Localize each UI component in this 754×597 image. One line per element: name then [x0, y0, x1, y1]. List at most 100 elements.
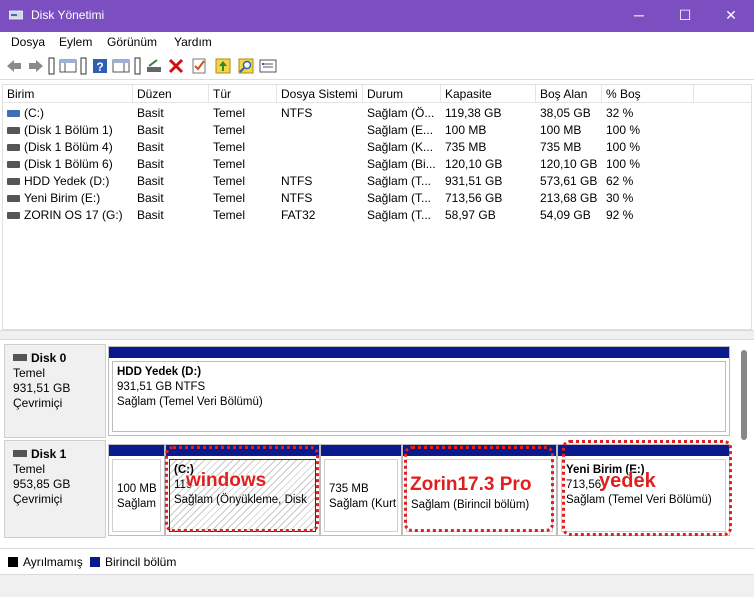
disk-1-label[interactable]: Disk 1 Temel 953,85 GB Çevrimiçi — [4, 440, 106, 538]
delete-icon[interactable] — [167, 57, 185, 75]
col-birim[interactable]: Birim — [3, 85, 133, 103]
title-bar: Disk Yönetimi ─ ☐ ✕ — [0, 0, 754, 32]
cell-birim: (Disk 1 Bölüm 6) — [24, 157, 113, 171]
cell-tur: Temel — [213, 123, 246, 137]
cell-duzen: Basit — [137, 157, 164, 171]
search-icon[interactable] — [237, 57, 255, 75]
cell-birim: (C:) — [24, 106, 44, 120]
partition-size: 931,51 GB NTFS — [117, 381, 206, 393]
connect-disk-icon[interactable] — [145, 57, 163, 75]
menu-yardim[interactable]: Yardım — [174, 35, 212, 49]
cell-bos-alan: 213,68 GB — [540, 191, 598, 205]
col-durum[interactable]: Durum — [363, 85, 441, 103]
maximize-button[interactable]: ☐ — [662, 0, 708, 32]
table-row[interactable]: ZORIN OS 17 (G:) Basit Temel FAT32 Sağla… — [3, 207, 751, 224]
volume-icon — [7, 212, 20, 219]
partition-size: 735 MB — [329, 483, 369, 495]
cell-durum: Sağlam (E... — [367, 123, 434, 137]
cell-duzen: Basit — [137, 123, 164, 137]
primary-partition-bar — [109, 347, 729, 358]
cell-durum: Sağlam (T... — [367, 208, 432, 222]
menu-dosya[interactable]: Dosya — [11, 35, 45, 49]
col-bos-alan[interactable]: Boş Alan — [536, 85, 602, 103]
vertical-scrollbar[interactable] — [740, 350, 748, 445]
cell-tur: Temel — [213, 157, 246, 171]
disk-type: Temel — [13, 366, 46, 380]
minimize-button[interactable]: ─ — [616, 0, 662, 32]
pane-splitter[interactable] — [0, 330, 754, 340]
volume-icon — [7, 178, 20, 185]
cell-bos-alan: 54,09 GB — [540, 208, 591, 222]
col-duzen[interactable]: Düzen — [133, 85, 209, 103]
partition-recovery[interactable]: 735 MB Sağlam (Kurt — [320, 444, 402, 536]
cell-birim: (Disk 1 Bölüm 4) — [24, 140, 113, 154]
table-row[interactable]: (Disk 1 Bölüm 4) Basit Temel Sağlam (K..… — [3, 139, 751, 156]
cell-dosya-sistemi — [277, 156, 363, 173]
cell-dosya-sistemi: NTFS — [281, 191, 313, 205]
table-row[interactable]: HDD Yedek (D:) Basit Temel NTFS Sağlam (… — [3, 173, 751, 190]
col-dosya-sistemi[interactable]: Dosya Sistemi — [277, 85, 363, 103]
primary-partition-bar — [321, 445, 401, 456]
disk-0-label[interactable]: Disk 0 Temel 931,51 GB Çevrimiçi — [4, 344, 106, 438]
disk-status: Çevrimiçi — [13, 492, 63, 506]
action-pane-icon[interactable] — [112, 57, 130, 75]
table-row[interactable]: (C:) Basit Temel NTFS Sağlam (Ö... 119,3… — [3, 105, 751, 122]
legend: Ayrılmamış Birincil bölüm — [0, 548, 754, 574]
volume-icon — [7, 127, 20, 134]
help-icon[interactable]: ? — [91, 57, 109, 75]
console-tree-icon[interactable] — [59, 57, 77, 75]
partition-hdd-yedek[interactable]: HDD Yedek (D:) 931,51 GB NTFS Sağlam (Te… — [108, 346, 730, 436]
col-kapasite[interactable]: Kapasite — [441, 85, 536, 103]
cell-bos-alan: 735 MB — [540, 140, 582, 154]
settings-icon[interactable] — [259, 57, 277, 75]
cell-durum: Sağlam (T... — [367, 191, 432, 205]
cell-dosya-sistemi: FAT32 — [281, 208, 316, 222]
table-row[interactable]: (Disk 1 Bölüm 1) Basit Temel Sağlam (E..… — [3, 122, 751, 139]
cell-kapasite: 119,38 GB — [445, 106, 502, 120]
system-volume-icon — [7, 110, 20, 117]
table-row[interactable]: Yeni Birim (E:) Basit Temel NTFS Sağlam … — [3, 190, 751, 207]
volume-icon — [7, 144, 20, 151]
disk-graph-view: Disk 0 Temel 931,51 GB Çevrimiçi HDD Yed… — [2, 340, 752, 545]
checklist-icon[interactable] — [190, 57, 208, 75]
cell-yuzde-bos: 100 % — [606, 140, 641, 154]
partition-title: HDD Yedek (D:) — [117, 366, 202, 378]
cell-yuzde-bos: 32 % — [606, 106, 634, 120]
back-arrow-icon[interactable] — [5, 57, 23, 75]
disk-name: Disk 0 — [31, 351, 67, 365]
annotation-windows: windows — [186, 470, 267, 491]
partition-disk1-efi[interactable]: 100 MB Sağlam — [108, 444, 165, 536]
volume-icon — [7, 195, 20, 202]
close-button[interactable]: ✕ — [708, 0, 754, 32]
disk-size: 953,85 GB — [13, 477, 71, 491]
cell-kapasite: 100 MB — [445, 123, 487, 137]
col-tur[interactable]: Tür — [209, 85, 277, 103]
rescan-icon[interactable] — [214, 57, 232, 75]
cell-durum: Sağlam (Ö... — [367, 106, 435, 120]
disk-icon — [13, 450, 27, 457]
cell-yuzde-bos: 100 % — [606, 123, 641, 137]
partition-status: Sağlam (Temel Veri Bölümü) — [117, 396, 263, 408]
cell-dosya-sistemi — [277, 122, 363, 139]
list-header: Birim Düzen Tür Dosya Sistemi Durum Kapa… — [3, 85, 751, 103]
menu-gorunum[interactable]: Görünüm — [107, 35, 157, 49]
cell-bos-alan: 100 MB — [540, 123, 582, 137]
cell-bos-alan: 120,10 GB — [540, 157, 598, 171]
cell-kapasite: 120,10 GB — [445, 157, 503, 171]
disk-management-icon — [9, 10, 23, 20]
cell-birim: HDD Yedek (D:) — [24, 174, 110, 188]
disk-type: Temel — [13, 462, 46, 476]
col-yuzde-bos[interactable]: % Boş — [602, 85, 694, 103]
cell-bos-alan: 38,05 GB — [540, 106, 591, 120]
menu-eylem[interactable]: Eylem — [59, 35, 92, 49]
cell-duzen: Basit — [137, 140, 164, 154]
status-bar — [0, 574, 754, 597]
forward-arrow-icon[interactable] — [27, 57, 45, 75]
disk-status: Çevrimiçi — [13, 396, 63, 410]
cell-birim: (Disk 1 Bölüm 1) — [24, 123, 113, 137]
cell-durum: Sağlam (T... — [367, 174, 432, 188]
table-row[interactable]: (Disk 1 Bölüm 6) Basit Temel Sağlam (Bi.… — [3, 156, 751, 173]
cell-kapasite: 58,97 GB — [445, 208, 496, 222]
disk-name: Disk 1 — [31, 447, 67, 461]
cell-tur: Temel — [213, 191, 246, 205]
